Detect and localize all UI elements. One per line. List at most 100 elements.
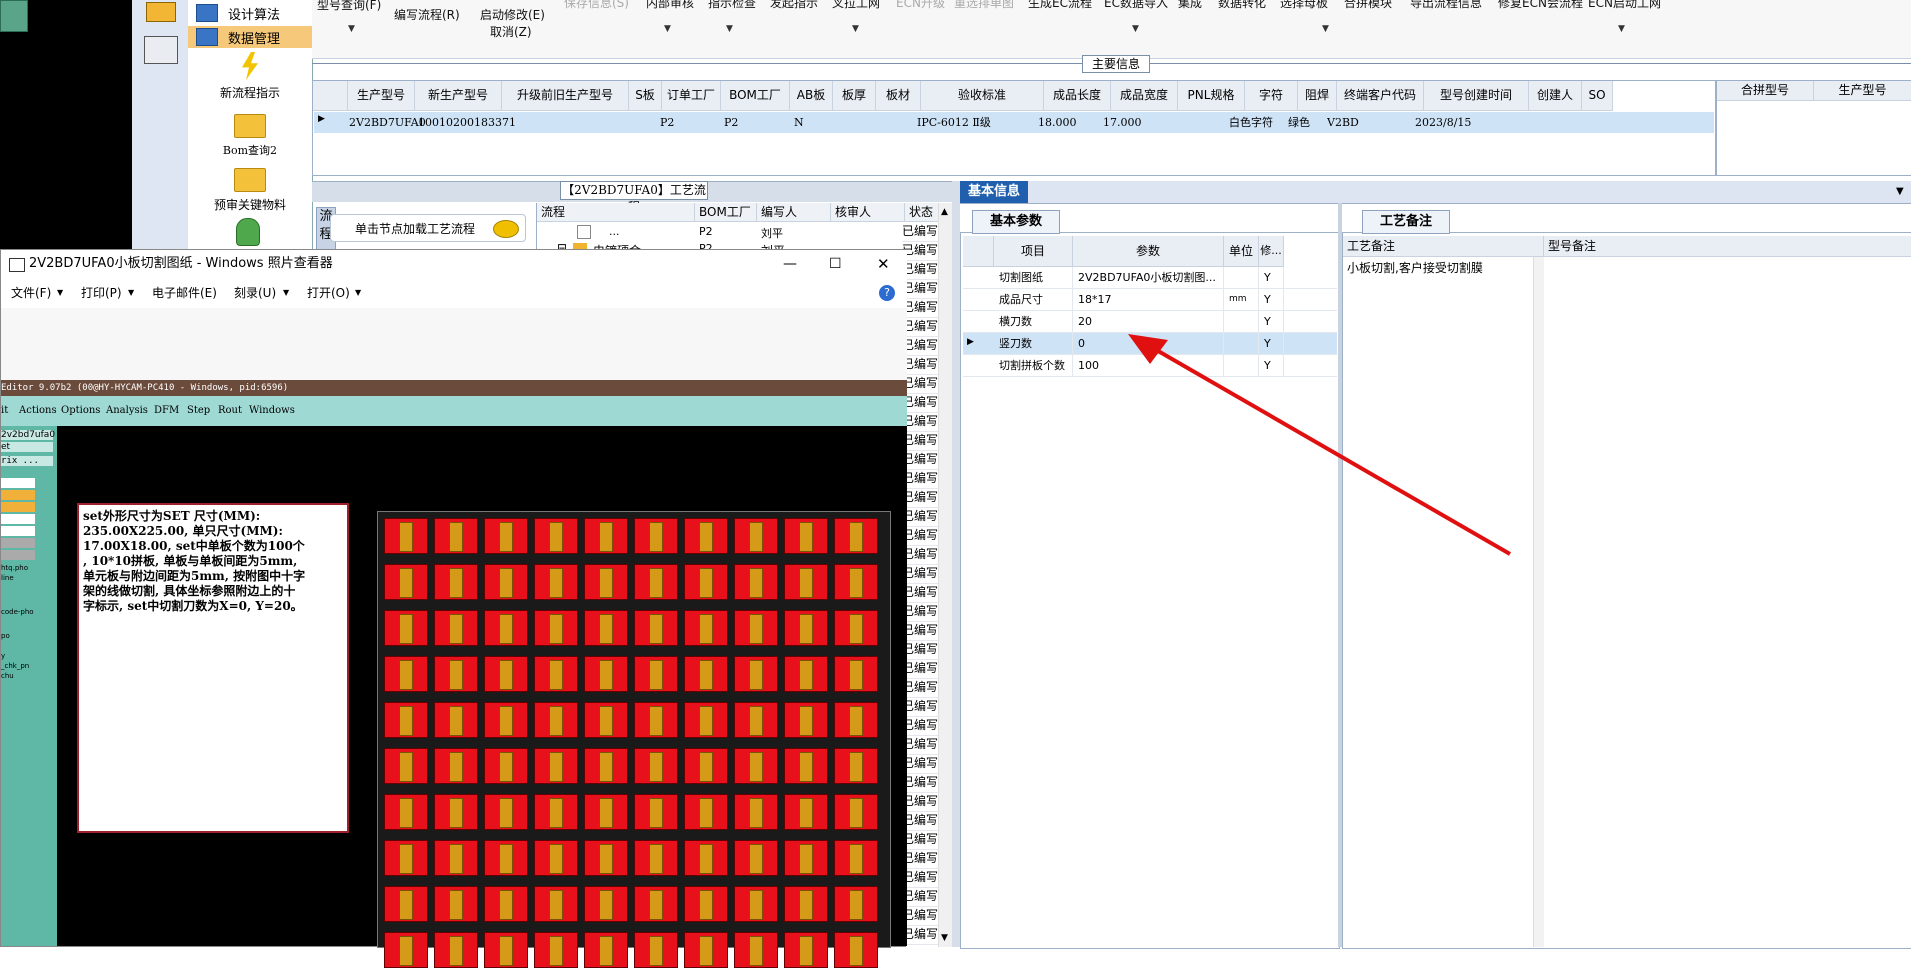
scroll-up-icon[interactable]: ▲ (941, 207, 948, 217)
param-value[interactable]: 20 (1073, 311, 1224, 332)
ribbon-ecn-upgrade[interactable]: ECN升级 (896, 0, 945, 11)
col-merge-production-model[interactable]: 生产型号 (1814, 81, 1911, 101)
ribbon-cancel[interactable]: 取消(Z) (490, 23, 532, 40)
col-creator[interactable]: 创建人 (1529, 81, 1582, 111)
tab-basic-params[interactable]: 基本参数 (972, 210, 1060, 234)
maximize-icon[interactable]: ☐ (829, 250, 842, 278)
col-char[interactable]: 字符 (1245, 81, 1298, 111)
gold-finger (699, 522, 713, 552)
menu-file[interactable]: 文件(F) (11, 278, 51, 308)
param-value[interactable]: 18*17 (1073, 289, 1224, 310)
chevron-down-icon[interactable]: ▼ (57, 278, 63, 308)
col-unit[interactable]: 单位 (1224, 236, 1259, 267)
ribbon-repair-ecn[interactable]: 修复ECN会流程 (1498, 0, 1583, 11)
col-so[interactable]: SO (1582, 81, 1613, 111)
col-standard[interactable]: 验收标准 (921, 81, 1044, 111)
col-width[interactable]: 成品宽度 (1111, 81, 1178, 111)
col-flag[interactable]: 修... (1259, 236, 1284, 267)
bom-query-button[interactable]: Bom查询2 (188, 114, 312, 158)
prereview-materials-button[interactable]: 预审关键物料 (188, 168, 312, 213)
chevron-down-icon[interactable]: ▼ (348, 24, 355, 34)
chevron-down-icon[interactable]: ▼ (852, 24, 859, 34)
pcb-unit (534, 518, 578, 554)
chevron-down-icon[interactable]: ▼ (664, 24, 671, 34)
ribbon-ec-import[interactable]: EC数据导入 (1104, 0, 1168, 11)
param-value[interactable]: 2V2BD7UFA0小板切割图... (1073, 267, 1224, 288)
ribbon-data-convert[interactable]: 数据转化 (1218, 0, 1266, 11)
main-info-selected-row[interactable] (314, 112, 1714, 133)
scroll-down-icon[interactable]: ▼ (941, 933, 948, 943)
ribbon-model-query[interactable]: 型号查询(F) (317, 0, 381, 13)
nav-item-design-algorithm[interactable]: 设计算法 (188, 2, 312, 24)
chevron-down-icon[interactable]: ▼ (128, 278, 134, 308)
col-process[interactable]: 流程 (537, 203, 695, 222)
ribbon-integrate[interactable]: 集成 (1178, 0, 1202, 11)
chevron-down-icon[interactable]: ▼ (355, 278, 361, 308)
col-process-note[interactable]: 工艺备注 (1343, 236, 1543, 257)
col-s-board[interactable]: S板 (629, 81, 662, 111)
col-process-bom[interactable]: BOM工厂 (695, 203, 757, 222)
checkbox[interactable] (577, 225, 591, 239)
col-bom-factory[interactable]: BOM工厂 (721, 81, 790, 111)
gold-finger (749, 798, 763, 828)
ribbon-export-process[interactable]: 导出流程信息 (1410, 0, 1482, 11)
col-thickness[interactable]: 板厚 (833, 81, 876, 111)
col-solder[interactable]: 阻焊 (1298, 81, 1337, 111)
menu-print[interactable]: 打印(P) (81, 278, 122, 308)
ribbon-pull-net[interactable]: 叉拉工网 (832, 0, 880, 11)
ribbon-write-process[interactable]: 编写流程(R) (394, 6, 460, 23)
ribbon-start-modify[interactable]: 启动修改(E) (480, 6, 545, 23)
col-new-model[interactable]: 新生产型号 (415, 81, 502, 111)
ribbon-generate-ec[interactable]: 生成EC流程 (1028, 0, 1092, 11)
col-customer[interactable]: 终端客户代码 (1337, 81, 1424, 111)
process-scrollbar[interactable]: ▲ ▼ (938, 203, 953, 947)
ribbon-internal-review[interactable]: 内部审核 (646, 0, 694, 11)
ribbon-instruction-check[interactable]: 指示检查 (708, 0, 756, 11)
param-row[interactable]: 成品尺寸 18*17 mm Y (963, 289, 1337, 311)
ribbon-merge-module[interactable]: 合拼模块 (1344, 0, 1392, 11)
param-row[interactable]: 切割图纸 2V2BD7UFA0小板切割图... Y (963, 267, 1337, 289)
menu-open[interactable]: 打开(O) (307, 278, 350, 308)
chevron-down-icon[interactable]: ▼ (1132, 24, 1139, 34)
chevron-down-icon[interactable]: ▼ (1322, 24, 1329, 34)
process-note-text[interactable]: 小板切割,客户接受切割膜 (1347, 259, 1483, 276)
col-material[interactable]: 板材 (876, 81, 921, 111)
notes-scrollbar[interactable] (1533, 257, 1544, 947)
col-reviewer[interactable]: 核审人 (831, 203, 905, 222)
col-created[interactable]: 型号创建时间 (1424, 81, 1529, 111)
col-status[interactable]: 状态 (905, 203, 939, 222)
col-ab-board[interactable]: AB板 (790, 81, 833, 111)
tab-basic-info[interactable]: 基本信息 (960, 181, 1028, 203)
chevron-down-icon[interactable]: ▼ (1896, 186, 1904, 197)
ribbon-select-mother[interactable]: 选择母板 (1280, 0, 1328, 11)
ribbon-ecn-start[interactable]: ECN启动工网 (1588, 0, 1661, 11)
new-process-button[interactable]: 新流程指示 (188, 52, 312, 101)
col-production-model[interactable]: 生产型号 (348, 81, 415, 111)
col-merge-model[interactable]: 合拼型号 (1717, 81, 1814, 101)
col-author[interactable]: 编写人 (757, 203, 831, 222)
ribbon-reselect-layout[interactable]: 重选排单图 (954, 0, 1014, 11)
col-param[interactable]: 参数 (1073, 236, 1224, 267)
pcb-unit (534, 610, 578, 646)
col-item[interactable]: 项目 (994, 236, 1073, 267)
col-old-model[interactable]: 升级前旧生产型号 (502, 81, 629, 111)
close-icon[interactable]: ✕ (877, 250, 890, 278)
minimize-icon[interactable]: — (783, 250, 797, 278)
nav-item-data-management[interactable]: 数据管理 (188, 26, 312, 48)
chevron-down-icon[interactable]: ▼ (1618, 24, 1625, 34)
chevron-down-icon[interactable]: ▼ (283, 278, 289, 308)
help-icon[interactable]: ? (879, 285, 895, 301)
ribbon-save-info[interactable]: 保存信息(S) (564, 0, 629, 11)
col-length[interactable]: 成品长度 (1044, 81, 1111, 111)
menu-burn[interactable]: 刻录(U) (234, 278, 276, 308)
menu-email[interactable]: 电子邮件(E) (152, 278, 217, 308)
chevron-down-icon[interactable]: ▼ (726, 24, 733, 34)
process-row[interactable]: ... P2 刘平 (537, 223, 905, 241)
tab-process-notes[interactable]: 工艺备注 (1362, 210, 1450, 234)
col-model-note[interactable]: 型号备注 (1543, 236, 1911, 257)
col-order-factory[interactable]: 订单工厂 (662, 81, 721, 111)
load-process-hint[interactable]: 单击节点加载工艺流程 (330, 214, 526, 242)
ribbon-issue-instruction[interactable]: 发起指示 (770, 0, 818, 11)
panel-splitter[interactable] (952, 181, 960, 947)
col-pnl[interactable]: PNL规格 (1178, 81, 1245, 111)
